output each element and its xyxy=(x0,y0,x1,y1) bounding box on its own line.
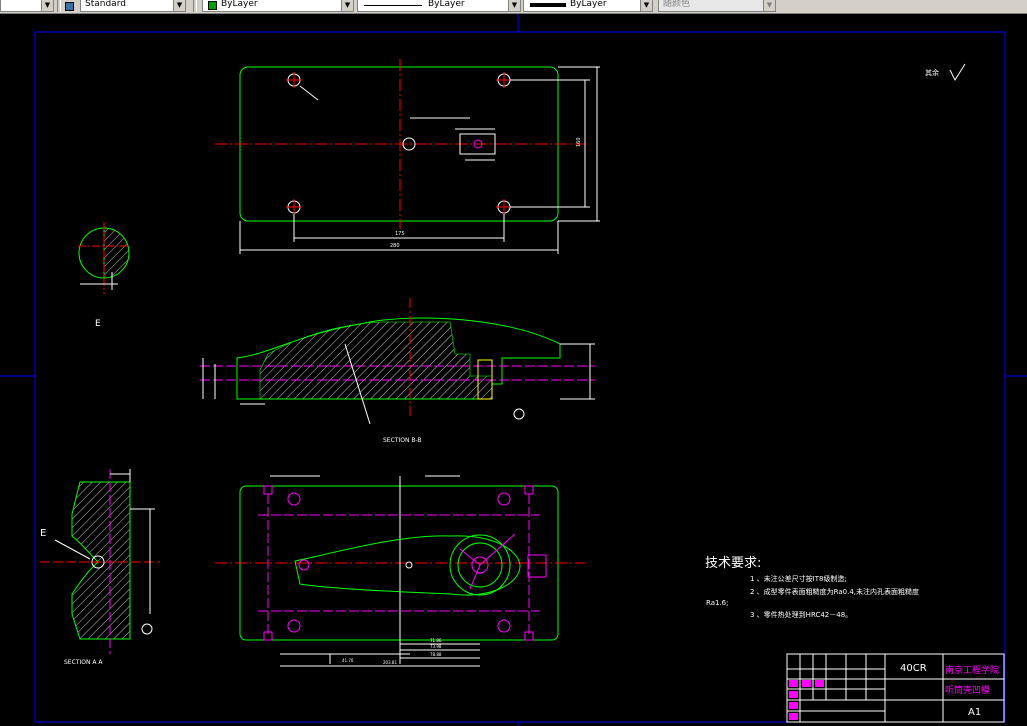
dim-label: 280 xyxy=(390,243,400,249)
roughness-label: 其余 xyxy=(925,68,939,77)
tech-item: 3 、零件热处理到HRC42－48。 xyxy=(750,610,852,619)
toolbar-separator xyxy=(57,0,61,12)
tech-item: 2 、成型零件表面粗糙度为Ra0.4,未注内孔表面粗糙度 xyxy=(750,587,919,596)
lineweight-value: ByLayer xyxy=(570,0,607,9)
text-style-value: Standard xyxy=(85,0,126,9)
section-aa-view: E SECTION A A xyxy=(40,469,160,666)
text-style-select[interactable]: Standard ▼ xyxy=(80,0,186,12)
detail-view: E xyxy=(78,222,130,329)
chevron-down-icon[interactable]: ▼ xyxy=(763,0,775,11)
lineweight-preview xyxy=(530,3,566,7)
toolbar-separator xyxy=(193,0,197,12)
section-title: SECTION A A xyxy=(64,659,103,666)
toolbar-left-combo[interactable]: ▼ xyxy=(0,0,54,12)
title-material: 40CR xyxy=(900,663,927,674)
chevron-down-icon[interactable]: ▼ xyxy=(508,0,520,11)
plot-style-select[interactable]: 随颜色 ▼ xyxy=(658,0,776,12)
title-part: 听筒壳凹模 xyxy=(945,684,990,696)
drawing-canvas[interactable]: 175 280 160 E SECTION B-B E SECTION A A … xyxy=(0,14,1027,726)
dim-label: 203.81 xyxy=(383,660,397,665)
lineweight-select[interactable]: ByLayer ▼ xyxy=(523,0,653,12)
dim-label: 160 xyxy=(576,137,582,147)
dim-label: 73.98 xyxy=(430,644,442,649)
color-value: ByLayer xyxy=(221,0,258,9)
layer-color-select[interactable]: ByLayer ▼ xyxy=(202,0,354,12)
dim-label: 175 xyxy=(395,231,405,237)
section-bb-view: SECTION B-B xyxy=(200,298,595,444)
dim-label: 78.88 xyxy=(430,652,442,657)
roughness-symbol: 其余 xyxy=(925,63,966,82)
detail-label: E xyxy=(95,319,101,329)
dim-label: 71.86 xyxy=(430,638,442,643)
tech-item: 1 、未注公差尺寸按IT8级制造; xyxy=(750,574,847,583)
properties-toolbar: ▼ Standard ▼ ByLayer ▼ ByLayer ▼ ByLayer… xyxy=(0,0,1027,14)
chevron-down-icon[interactable]: ▼ xyxy=(173,0,185,11)
title-size: A1 xyxy=(968,707,981,718)
plot-style-value: 随颜色 xyxy=(663,0,691,9)
plan-view: 71.86 73.98 78.88 203.81 41.70 xyxy=(215,475,585,667)
detail-marker: E xyxy=(40,528,46,539)
tech-heading: 技术要求: xyxy=(705,556,761,571)
linetype-value: ByLayer xyxy=(428,0,465,9)
dim-label: 41.70 xyxy=(342,658,354,663)
drawing-frame xyxy=(34,31,1006,723)
title-school: 南京工程学院 xyxy=(945,664,999,676)
chevron-down-icon[interactable]: ▼ xyxy=(640,0,652,11)
section-title: SECTION B-B xyxy=(383,437,422,444)
linetype-preview xyxy=(364,5,422,6)
text-style-icon xyxy=(65,2,74,11)
linetype-select[interactable]: ByLayer ▼ xyxy=(357,0,521,12)
tech-ra: Ra1.6; xyxy=(706,599,729,607)
chevron-down-icon[interactable]: ▼ xyxy=(41,0,53,11)
chevron-down-icon[interactable]: ▼ xyxy=(341,0,353,11)
color-swatch-icon xyxy=(208,1,217,10)
title-block: 40CR 南京工程学院 听筒壳凹模 A1 xyxy=(786,653,1005,723)
tech-notes: 技术要求: 1 、未注公差尺寸按IT8级制造; 2 、成型零件表面粗糙度为Ra0… xyxy=(705,556,919,619)
top-view: 175 280 160 xyxy=(215,59,600,254)
